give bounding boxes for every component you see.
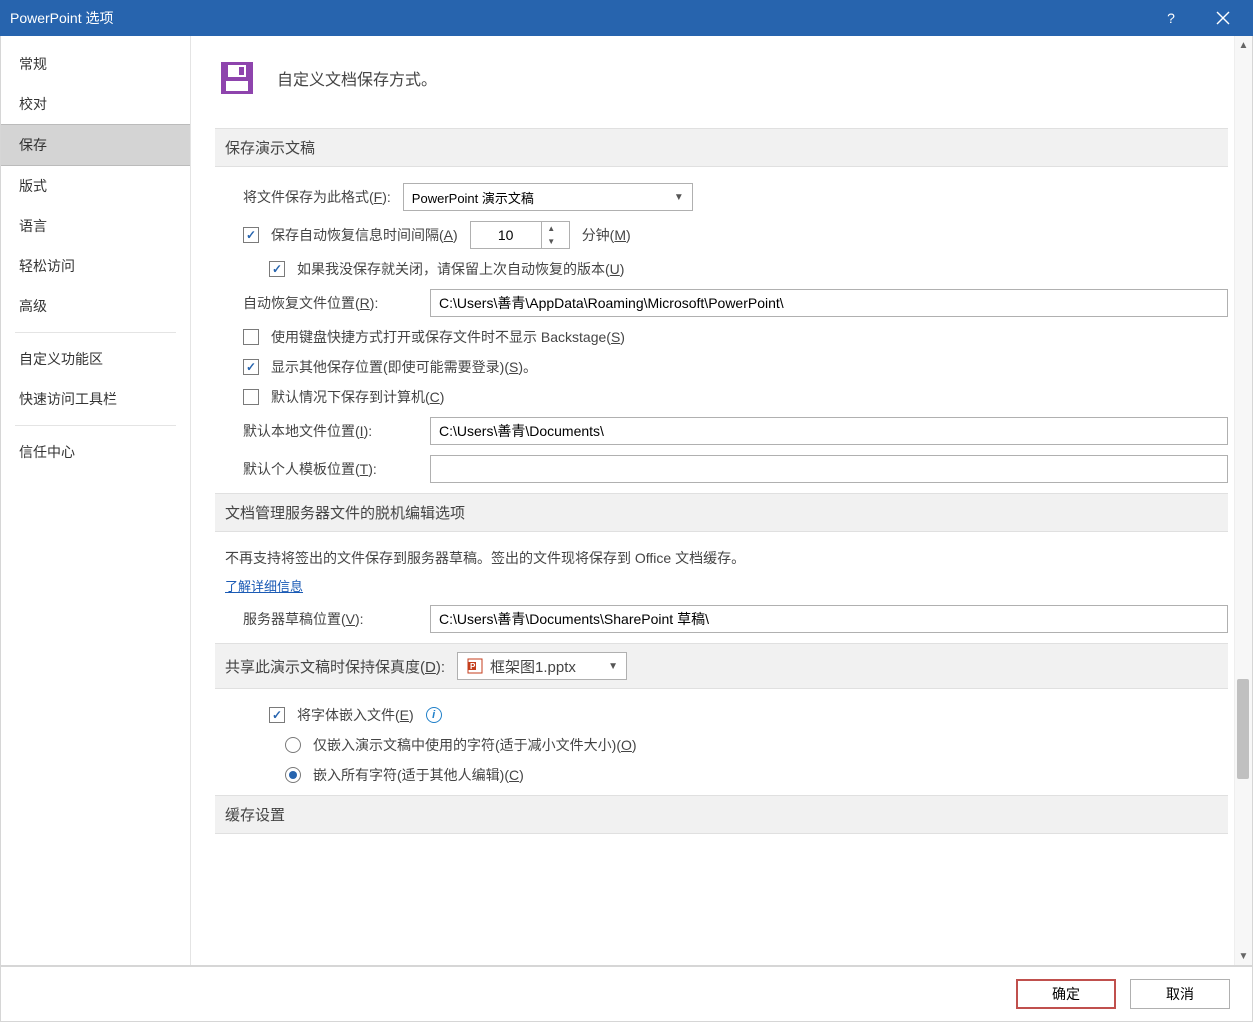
spinner-buttons: ▲ ▼ — [541, 222, 561, 248]
row-default-local-location: 默认本地文件位置(I): — [243, 417, 1228, 445]
label-save-format: 将文件保存为此格式(F): — [243, 187, 391, 207]
titlebar: PowerPoint 选项 ? — [0, 0, 1253, 36]
row-keep-last-version: 如果我没保存就关闭，请保留上次自动恢复的版本(U) — [269, 259, 1228, 279]
row-no-backstage: 使用键盘快捷方式打开或保存文件时不显示 Backstage(S) — [243, 327, 1228, 347]
row-autorecover-interval: 保存自动恢复信息时间间隔(A) ▲ ▼ 分钟(M) — [243, 221, 1228, 249]
sidebar-item-proofing[interactable]: 校对 — [1, 84, 190, 124]
row-embed-used-chars: 仅嵌入演示文稿中使用的字符(适于减小文件大小)(O) — [285, 735, 1228, 755]
spinner-input[interactable] — [471, 227, 541, 243]
checkbox-autorecover[interactable] — [243, 227, 259, 243]
scroll-track[interactable] — [1235, 54, 1252, 947]
section-offline-editing: 文档管理服务器文件的脱机编辑选项 — [215, 493, 1228, 532]
sidebar-item-layout[interactable]: 版式 — [1, 166, 190, 206]
ok-button[interactable]: 确定 — [1016, 979, 1116, 1009]
dropdown-fidelity-value: 框架图1.pptx — [490, 656, 576, 677]
pptx-file-icon: P — [466, 657, 484, 675]
dialog-footer: 确定 取消 — [0, 966, 1253, 1022]
save-icon — [215, 56, 259, 100]
input-default-local[interactable] — [430, 417, 1228, 445]
link-learn-more[interactable]: 了解详细信息 — [225, 576, 303, 595]
spinner-autorecover-minutes[interactable]: ▲ ▼ — [470, 221, 570, 249]
sidebar-item-accessibility[interactable]: 轻松访问 — [1, 246, 190, 286]
radio-embed-all[interactable] — [285, 767, 301, 783]
label-server-draft: 服务器草稿位置(V): — [243, 609, 418, 629]
info-icon[interactable]: i — [426, 707, 442, 723]
label-embed-used: 仅嵌入演示文稿中使用的字符(适于减小文件大小)(O) — [313, 735, 637, 755]
section-fidelity: 共享此演示文稿时保持保真度(D): P 框架图1.pptx ▼ — [215, 643, 1228, 689]
spinner-up[interactable]: ▲ — [542, 222, 561, 235]
label-autorecover-location: 自动恢复文件位置(R): — [243, 293, 418, 313]
dropdown-fidelity-file[interactable]: P 框架图1.pptx ▼ — [457, 652, 627, 680]
svg-text:P: P — [470, 662, 476, 671]
section-save-presentations: 保存演示文稿 — [215, 128, 1228, 167]
chevron-down-icon: ▼ — [674, 192, 684, 203]
offline-note: 不再支持将签出的文件保存到服务器草稿。签出的文件现将保存到 Office 文档缓… — [225, 548, 1228, 568]
label-keep-last: 如果我没保存就关闭，请保留上次自动恢复的版本(U) — [297, 259, 624, 279]
content-panel: 自定义文档保存方式。 保存演示文稿 将文件保存为此格式(F): PowerPoi… — [191, 36, 1252, 965]
row-learn-more: 了解详细信息 — [225, 576, 1228, 595]
row-default-template-location: 默认个人模板位置(T): — [243, 455, 1228, 483]
label-default-template: 默认个人模板位置(T): — [243, 459, 418, 479]
label-minutes: 分钟(M) — [582, 225, 631, 245]
help-button[interactable]: ? — [1157, 4, 1185, 32]
titlebar-buttons: ? — [1157, 4, 1237, 32]
scroll-down-icon[interactable]: ▼ — [1235, 947, 1252, 965]
input-autorecover-location[interactable] — [430, 289, 1228, 317]
spinner-down[interactable]: ▼ — [542, 235, 561, 248]
radio-embed-used[interactable] — [285, 737, 301, 753]
label-autorecover: 保存自动恢复信息时间间隔(A) — [271, 225, 458, 245]
label-save-to-computer: 默认情况下保存到计算机(C) — [271, 387, 444, 407]
label-no-backstage: 使用键盘快捷方式打开或保存文件时不显示 Backstage(S) — [271, 327, 625, 347]
sidebar-item-language[interactable]: 语言 — [1, 206, 190, 246]
scroll-up-icon[interactable]: ▲ — [1235, 36, 1252, 54]
checkbox-save-to-computer[interactable] — [243, 389, 259, 405]
sidebar-item-trust-center[interactable]: 信任中心 — [1, 432, 190, 472]
scrollbar[interactable]: ▲ ▼ — [1234, 36, 1252, 965]
checkbox-no-backstage[interactable] — [243, 329, 259, 345]
row-save-to-computer: 默认情况下保存到计算机(C) — [243, 387, 1228, 407]
window-title: PowerPoint 选项 — [10, 8, 1157, 28]
input-default-template[interactable] — [430, 455, 1228, 483]
cancel-button[interactable]: 取消 — [1130, 979, 1230, 1009]
sidebar-item-general[interactable]: 常规 — [1, 44, 190, 84]
row-save-format: 将文件保存为此格式(F): PowerPoint 演示文稿 ▼ — [243, 183, 1228, 211]
sidebar-separator — [15, 332, 176, 333]
chevron-down-icon: ▼ — [608, 661, 618, 672]
page-subtitle: 自定义文档保存方式。 — [277, 66, 437, 90]
input-server-draft[interactable] — [430, 605, 1228, 633]
row-server-draft: 服务器草稿位置(V): — [243, 605, 1228, 633]
sidebar-item-save[interactable]: 保存 — [1, 124, 190, 166]
checkbox-embed-fonts[interactable] — [269, 707, 285, 723]
section-cache: 缓存设置 — [215, 795, 1228, 834]
page-header: 自定义文档保存方式。 — [215, 56, 1228, 100]
row-show-other-locations: 显示其他保存位置(即使可能需要登录)(S)。 — [243, 357, 1228, 377]
checkbox-keep-last[interactable] — [269, 261, 285, 277]
close-button[interactable] — [1209, 4, 1237, 32]
dropdown-save-format-value: PowerPoint 演示文稿 — [412, 188, 534, 207]
content-inner: 自定义文档保存方式。 保存演示文稿 将文件保存为此格式(F): PowerPoi… — [191, 36, 1252, 965]
section-fidelity-title: 共享此演示文稿时保持保真度(D): — [225, 656, 445, 677]
dropdown-save-format[interactable]: PowerPoint 演示文稿 ▼ — [403, 183, 693, 211]
label-show-other-loc: 显示其他保存位置(即使可能需要登录)(S)。 — [271, 357, 537, 377]
sidebar-item-advanced[interactable]: 高级 — [1, 286, 190, 326]
sidebar-item-customize-ribbon[interactable]: 自定义功能区 — [1, 339, 190, 379]
sidebar-separator — [15, 425, 176, 426]
sidebar-item-quick-access[interactable]: 快速访问工具栏 — [1, 379, 190, 419]
row-embed-fonts: 将字体嵌入文件(E) i — [269, 705, 1228, 725]
checkbox-show-other-loc[interactable] — [243, 359, 259, 375]
dialog-body: 常规 校对 保存 版式 语言 轻松访问 高级 自定义功能区 快速访问工具栏 信任… — [0, 36, 1253, 966]
label-embed-all: 嵌入所有字符(适于其他人编辑)(C) — [313, 765, 524, 785]
label-default-local: 默认本地文件位置(I): — [243, 421, 418, 441]
label-embed-fonts: 将字体嵌入文件(E) — [297, 705, 414, 725]
row-autorecover-location: 自动恢复文件位置(R): — [243, 289, 1228, 317]
close-icon — [1216, 11, 1230, 25]
sidebar: 常规 校对 保存 版式 语言 轻松访问 高级 自定义功能区 快速访问工具栏 信任… — [1, 36, 191, 965]
row-embed-all-chars: 嵌入所有字符(适于其他人编辑)(C) — [285, 765, 1228, 785]
scroll-thumb[interactable] — [1237, 679, 1249, 779]
